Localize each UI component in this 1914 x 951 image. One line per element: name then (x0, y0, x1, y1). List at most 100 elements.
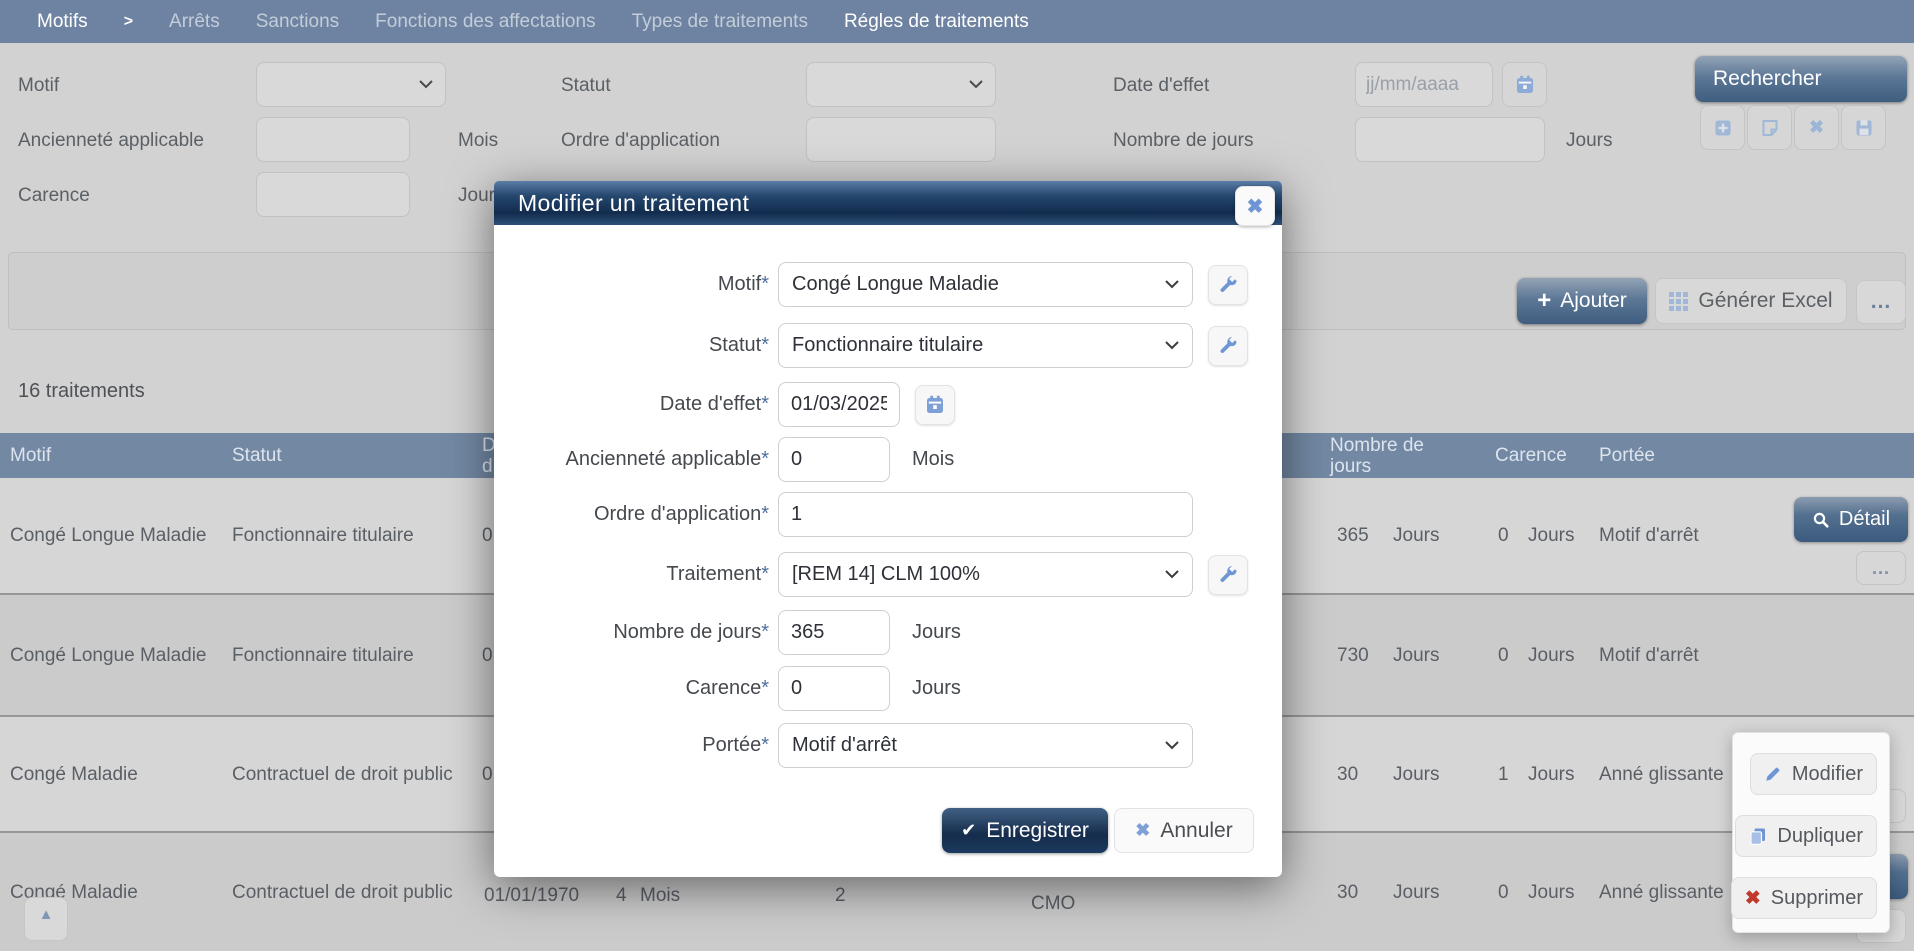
column-header-nb-jours[interactable]: Nombre de jours (1330, 433, 1424, 478)
wrench-icon (1218, 336, 1238, 356)
nav-item-types-traitements[interactable]: Types de traitements (632, 11, 808, 33)
column-header-statut[interactable]: Statut (232, 433, 282, 478)
modal-date-input[interactable] (778, 382, 900, 427)
modal-motif-select[interactable]: Congé Longue Maladie (778, 262, 1193, 307)
cancel-button[interactable]: ✖ Annuler (1114, 808, 1254, 853)
filter-date-effet-label: Date d'effet (1113, 75, 1209, 97)
close-icon: ✖ (1247, 194, 1264, 219)
copy-icon (1749, 827, 1767, 845)
cell-traitement: CMO (1031, 891, 1075, 915)
context-menu-modifier-label: Modifier (1792, 763, 1863, 786)
filter-add-criteria-button[interactable] (1700, 105, 1745, 150)
wrench-icon (1218, 275, 1238, 295)
column-header-carence[interactable]: Carence (1495, 433, 1567, 478)
modal-field-motif: Motif* Congé Longue Maladie (494, 262, 1248, 307)
filter-date-effet-input[interactable] (1355, 62, 1493, 107)
filter-clear-button[interactable]: ✖ (1794, 105, 1839, 150)
cell-nb-jours: 730 (1337, 595, 1369, 715)
magnifier-icon (1812, 511, 1830, 529)
modal-anciennete-input[interactable] (778, 437, 890, 482)
chevron-down-icon (1165, 570, 1179, 579)
filter-save-button[interactable] (1841, 105, 1886, 150)
modal-statut-select[interactable]: Fonctionnaire titulaire (778, 323, 1193, 368)
filter-ordre-input[interactable] (806, 117, 996, 162)
top-navbar: Motifs > Arrêts Sanctions Fonctions des … (0, 0, 1914, 43)
filter-nb-jours-input[interactable] (1355, 117, 1545, 162)
modal-portee-label: Portée* (494, 734, 769, 757)
cell-nb-jours: 30 (1337, 833, 1358, 951)
breadcrumb-root[interactable]: Motifs (37, 11, 88, 33)
scroll-to-top-button[interactable]: ▲ (24, 897, 68, 941)
context-menu-modifier[interactable]: Modifier (1750, 753, 1877, 795)
filter-carence-input[interactable] (256, 172, 410, 217)
modal-carence-input[interactable] (778, 666, 890, 711)
chevron-down-icon (1165, 741, 1179, 750)
modal-calendar-button[interactable] (915, 385, 955, 425)
modal-ordre-input[interactable] (778, 492, 1193, 537)
cell-date-effet: 0 (482, 595, 493, 715)
column-header-nb-line1: Nombre de (1330, 435, 1424, 456)
modal-nb-jours-input[interactable] (778, 610, 890, 655)
filter-nb-jours-label: Nombre de jours (1113, 130, 1253, 152)
cell-statut: Fonctionnaire titulaire (232, 595, 477, 715)
cell-carence: 0 (1498, 595, 1509, 715)
cell-nb-jours-unit: Jours (1393, 595, 1439, 715)
cell-carence-unit: Jours (1528, 478, 1574, 593)
cell-date-effet: 01/01/1970 (484, 883, 579, 907)
cell-portee: Anné glissante (1599, 717, 1724, 831)
modal-field-anciennete: Ancienneté applicable* Mois (494, 437, 954, 482)
chevron-down-icon (1165, 341, 1179, 350)
check-icon: ✔ (961, 820, 976, 841)
modal-nb-jours-label: Nombre de jours* (494, 621, 769, 644)
modal-date-label: Date d'effet* (494, 393, 769, 416)
cell-carence-unit: Jours (1528, 717, 1574, 831)
column-header-portee[interactable]: Portée (1599, 433, 1655, 478)
modal-close-button[interactable]: ✖ (1235, 186, 1275, 226)
modal-motif-config-button[interactable] (1208, 265, 1248, 305)
filter-calendar-button[interactable] (1502, 62, 1547, 107)
modal-traitement-config-button[interactable] (1208, 555, 1248, 595)
required-mark: * (761, 393, 769, 415)
column-header-date-line2: d (482, 456, 493, 477)
detail-button[interactable]: Détail (1794, 497, 1908, 542)
row-more-button[interactable]: ... (1856, 551, 1906, 585)
results-count: 16 traitements (18, 380, 145, 403)
save-button[interactable]: ✔ Enregistrer (942, 808, 1108, 853)
modal-motif-label: Motif* (494, 273, 769, 296)
search-button[interactable]: Rechercher (1695, 56, 1907, 102)
cell-anciennete: 4 (616, 883, 627, 907)
column-header-motif[interactable]: Motif (10, 433, 51, 478)
filter-anciennete-input[interactable] (256, 117, 410, 162)
nav-item-arrets[interactable]: Arrêts (169, 11, 220, 33)
cell-nb-jours-unit: Jours (1393, 478, 1439, 593)
cell-nb-jours: 365 (1337, 478, 1369, 593)
context-menu-supprimer[interactable]: ✖ Supprimer (1731, 877, 1877, 919)
modal-traitement-select[interactable]: [REM 14] CLM 100% (778, 552, 1193, 597)
context-menu-dupliquer[interactable]: Dupliquer (1735, 815, 1877, 857)
required-mark: * (761, 563, 769, 585)
modal-portee-select[interactable]: Motif d'arrêt (778, 723, 1193, 768)
column-header-nb-line2: jours (1330, 456, 1371, 477)
required-mark: * (761, 448, 769, 470)
save-icon (1854, 118, 1874, 138)
add-button-label: Ajouter (1560, 289, 1627, 313)
cell-anciennete-unit: Mois (640, 883, 680, 907)
cell-nb-jours-unit: Jours (1393, 717, 1439, 831)
save-button-label: Enregistrer (986, 819, 1089, 843)
detail-button-label: Détail (1839, 508, 1890, 531)
cancel-button-label: Annuler (1160, 819, 1232, 843)
generate-excel-button[interactable]: Générer Excel (1655, 278, 1847, 324)
modal-statut-config-button[interactable] (1208, 326, 1248, 366)
cell-carence: 1 (1498, 717, 1509, 831)
toolbar-more-button[interactable]: ... (1856, 280, 1906, 324)
nav-item-regles-traitements[interactable]: Régles de traitements (844, 11, 1029, 33)
add-button[interactable]: + Ajouter (1517, 278, 1647, 324)
modal-ordre-label: Ordre d'application* (494, 503, 769, 526)
filter-note-button[interactable] (1747, 105, 1792, 150)
nav-item-sanctions[interactable]: Sanctions (256, 11, 339, 33)
context-menu-supprimer-label: Supprimer (1771, 887, 1863, 910)
nav-item-fonctions-affectations[interactable]: Fonctions des affectations (375, 11, 595, 33)
filter-motif-select[interactable] (256, 62, 446, 107)
filter-statut-select[interactable] (806, 62, 996, 107)
filter-statut-label: Statut (561, 75, 611, 97)
